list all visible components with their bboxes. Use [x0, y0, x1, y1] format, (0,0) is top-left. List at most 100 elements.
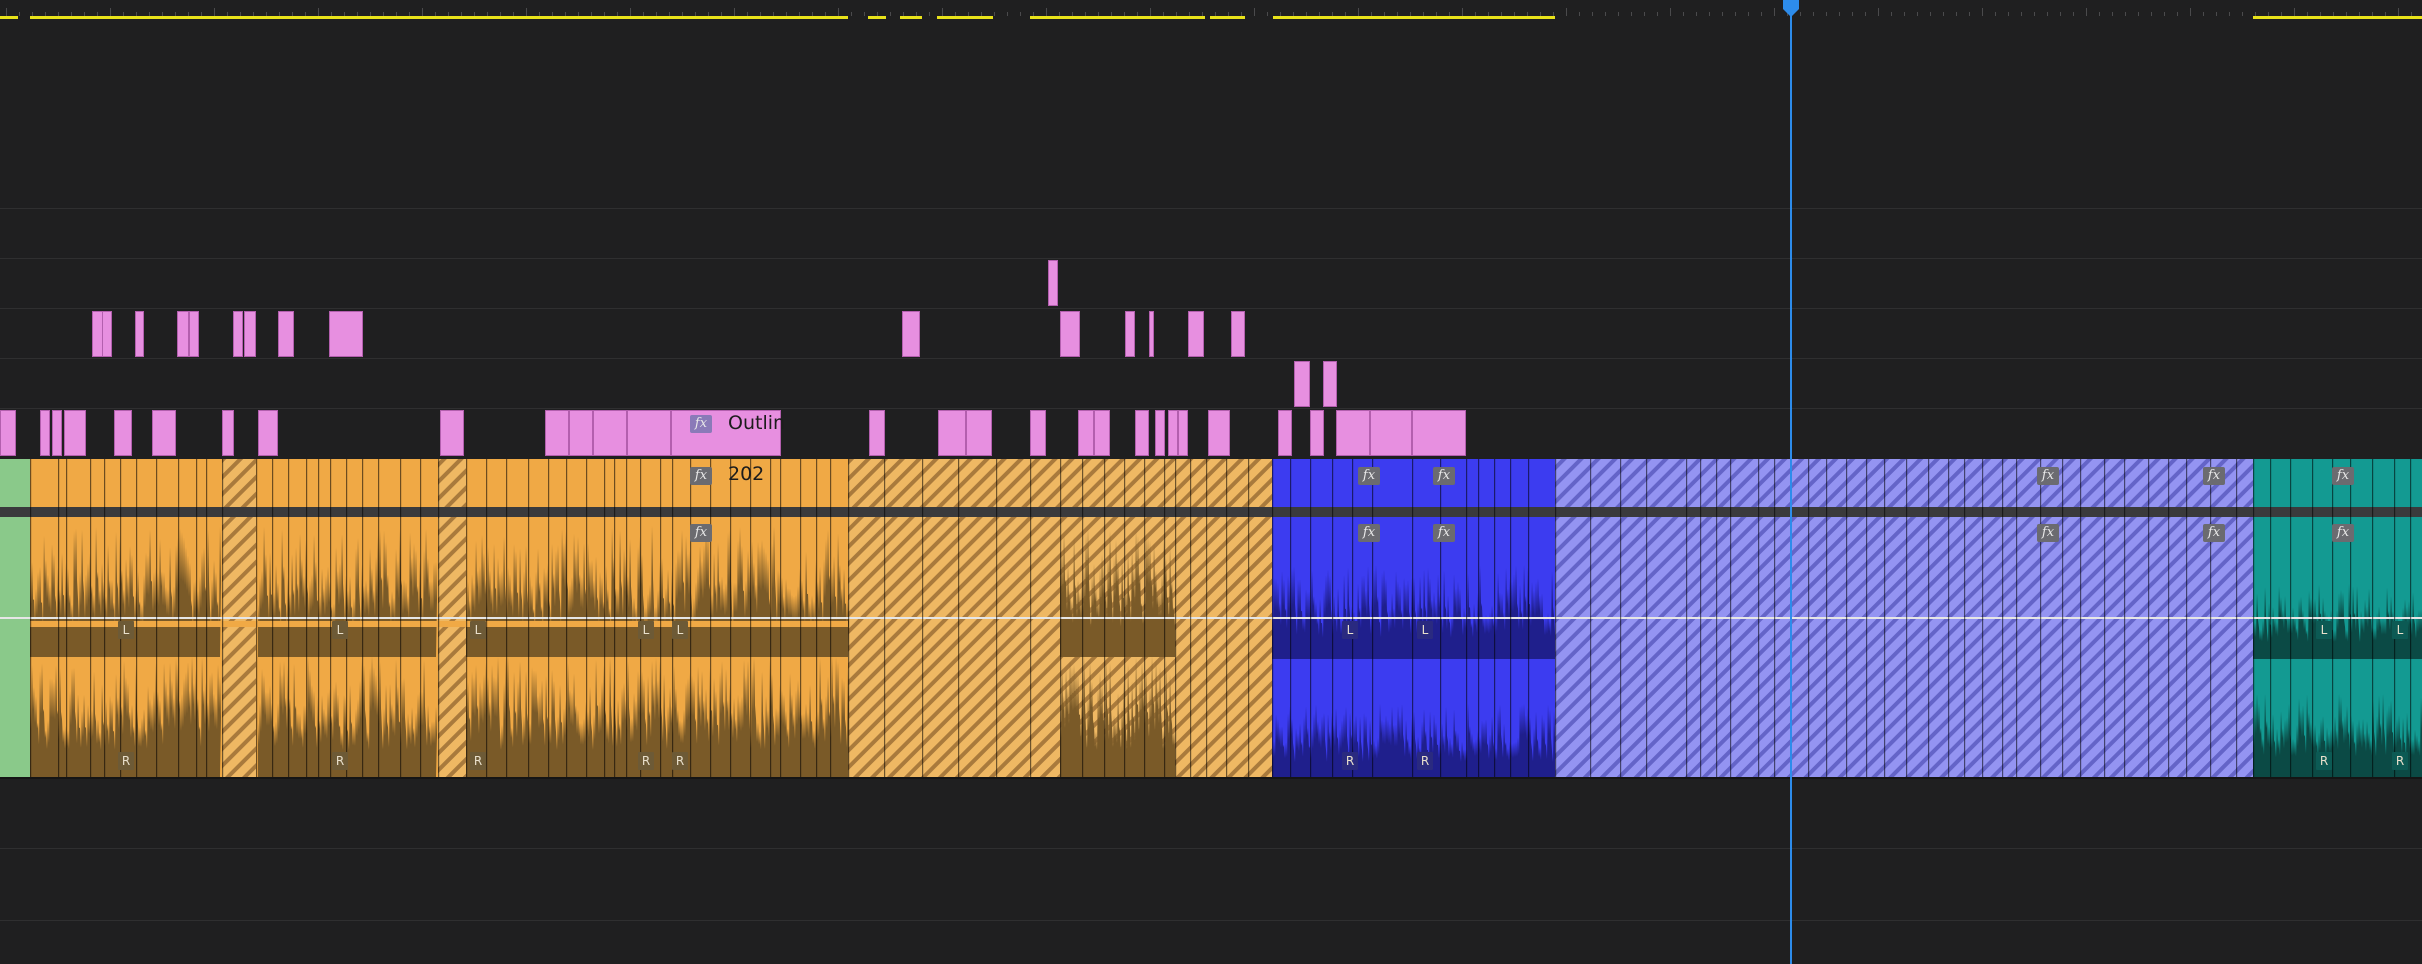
clip-edit-seam[interactable]: [2372, 459, 2374, 779]
clip-edit-seam[interactable]: [378, 459, 380, 779]
video-clip[interactable]: [222, 410, 234, 456]
clip-edit-seam[interactable]: [548, 459, 550, 779]
video-clip[interactable]: [1278, 410, 1292, 456]
fx-icon[interactable]: fx: [690, 467, 712, 485]
fx-icon[interactable]: fx: [1433, 524, 1455, 542]
video-clip[interactable]: [102, 311, 112, 357]
video-clip[interactable]: [1060, 311, 1080, 357]
clip-edit-seam[interactable]: [222, 459, 224, 779]
clip-edit-seam[interactable]: [672, 459, 674, 779]
clip-edit-seam[interactable]: [2236, 459, 2238, 779]
clip-edit-seam[interactable]: [1646, 459, 1648, 779]
clip-edit-seam[interactable]: [1466, 459, 1468, 779]
clip-edit-seam[interactable]: [830, 459, 832, 779]
clip-edit-seam[interactable]: [1846, 459, 1848, 779]
video-clip[interactable]: [1231, 311, 1245, 357]
clip-edit-seam[interactable]: [120, 459, 122, 779]
clip-edit-seam[interactable]: [2270, 459, 2272, 779]
video-clip[interactable]: [1188, 311, 1204, 357]
fx-icon[interactable]: fx: [2332, 467, 2354, 485]
clip-edit-seam[interactable]: [104, 459, 106, 779]
clip-edit-seam[interactable]: [1928, 459, 1930, 779]
video-clip[interactable]: [1412, 410, 1466, 456]
clip-edit-seam[interactable]: [1478, 459, 1480, 779]
video-clip[interactable]: [1294, 361, 1310, 407]
time-ruler[interactable]: [0, 0, 2422, 19]
clip-edit-seam[interactable]: [2332, 459, 2334, 779]
clip-edit-seam[interactable]: [816, 459, 818, 779]
clip-edit-seam[interactable]: [1082, 459, 1084, 779]
video-clip[interactable]: [189, 311, 199, 357]
clip-edit-seam[interactable]: [1826, 459, 1828, 779]
clip-edit-seam[interactable]: [2168, 459, 2170, 779]
clip-edit-seam[interactable]: [2290, 459, 2292, 779]
fx-icon[interactable]: fx: [2203, 467, 2225, 485]
video-clip[interactable]: [569, 410, 593, 456]
clip-edit-seam[interactable]: [1494, 459, 1496, 779]
video-clip[interactable]: [966, 410, 992, 456]
clip-edit-seam[interactable]: [1982, 459, 1984, 779]
clip-edit-seam[interactable]: [1104, 459, 1106, 779]
clip-edit-seam[interactable]: [2350, 459, 2352, 779]
clip-edit-seam[interactable]: [1175, 459, 1177, 779]
clip-edit-seam[interactable]: [2002, 459, 2004, 779]
clip-edit-seam[interactable]: [90, 459, 92, 779]
fx-icon[interactable]: fx: [2037, 467, 2059, 485]
clip-edit-seam[interactable]: [566, 459, 568, 779]
clip-edit-seam[interactable]: [156, 459, 158, 779]
playhead-line[interactable]: [1790, 6, 1792, 964]
clip-edit-seam[interactable]: [30, 459, 32, 779]
clip-edit-seam[interactable]: [318, 459, 320, 779]
fx-icon[interactable]: fx: [690, 524, 712, 542]
fx-icon[interactable]: fx: [1358, 524, 1380, 542]
audio-clip-header[interactable]: [438, 459, 466, 507]
clip-edit-seam[interactable]: [178, 459, 180, 779]
video-clip[interactable]: [1030, 410, 1046, 456]
clip-edit-seam[interactable]: [1528, 459, 1530, 779]
video-clip[interactable]: [258, 410, 278, 456]
video-clip[interactable]: [1310, 410, 1324, 456]
playhead-marker-icon[interactable]: [1781, 0, 1801, 18]
clip-edit-seam[interactable]: [1700, 459, 1702, 779]
video-clip[interactable]: [1078, 410, 1094, 456]
clip-edit-seam[interactable]: [2016, 459, 2018, 779]
clip-edit-seam[interactable]: [1352, 459, 1354, 779]
clip-edit-seam[interactable]: [1226, 459, 1228, 779]
video-clip[interactable]: [1048, 260, 1058, 306]
clip-edit-seam[interactable]: [2394, 459, 2396, 779]
clip-edit-seam[interactable]: [400, 459, 402, 779]
clip-edit-seam[interactable]: [2312, 459, 2314, 779]
clip-edit-seam[interactable]: [2080, 459, 2082, 779]
audio-clip-header[interactable]: [1272, 459, 1555, 507]
clip-edit-seam[interactable]: [1510, 459, 1512, 779]
clip-edit-seam[interactable]: [730, 459, 732, 779]
clip-edit-seam[interactable]: [1730, 459, 1732, 779]
video-clip[interactable]: [1336, 410, 1370, 456]
clip-edit-seam[interactable]: [1164, 459, 1166, 779]
clip-edit-seam[interactable]: [136, 459, 138, 779]
video-clip[interactable]: [135, 311, 144, 357]
clip-edit-seam[interactable]: [1272, 459, 1274, 779]
video-clip[interactable]: [902, 311, 920, 357]
clip-edit-seam[interactable]: [256, 459, 258, 779]
clip-edit-seam[interactable]: [288, 459, 290, 779]
clip-edit-seam[interactable]: [848, 459, 850, 779]
clip-edit-seam[interactable]: [362, 459, 364, 779]
clip-edit-seam[interactable]: [1124, 459, 1126, 779]
clip-edit-seam[interactable]: [1290, 459, 1292, 779]
clip-edit-seam[interactable]: [506, 459, 508, 779]
clip-edit-seam[interactable]: [586, 459, 588, 779]
video-clip[interactable]: [869, 410, 885, 456]
audio-clip-header[interactable]: [1175, 459, 1195, 507]
clip-edit-seam[interactable]: [660, 459, 662, 779]
clip-edit-seam[interactable]: [1412, 459, 1414, 779]
video-clip[interactable]: [177, 311, 189, 357]
clip-edit-seam[interactable]: [800, 459, 802, 779]
clip-edit-seam[interactable]: [710, 459, 712, 779]
clip-edit-seam[interactable]: [1372, 459, 1374, 779]
video-clip[interactable]: [64, 410, 86, 456]
clip-edit-seam[interactable]: [1948, 459, 1950, 779]
clip-edit-seam[interactable]: [1866, 459, 1868, 779]
clip-edit-seam[interactable]: [306, 459, 308, 779]
audio-clip-header[interactable]: [0, 459, 30, 507]
